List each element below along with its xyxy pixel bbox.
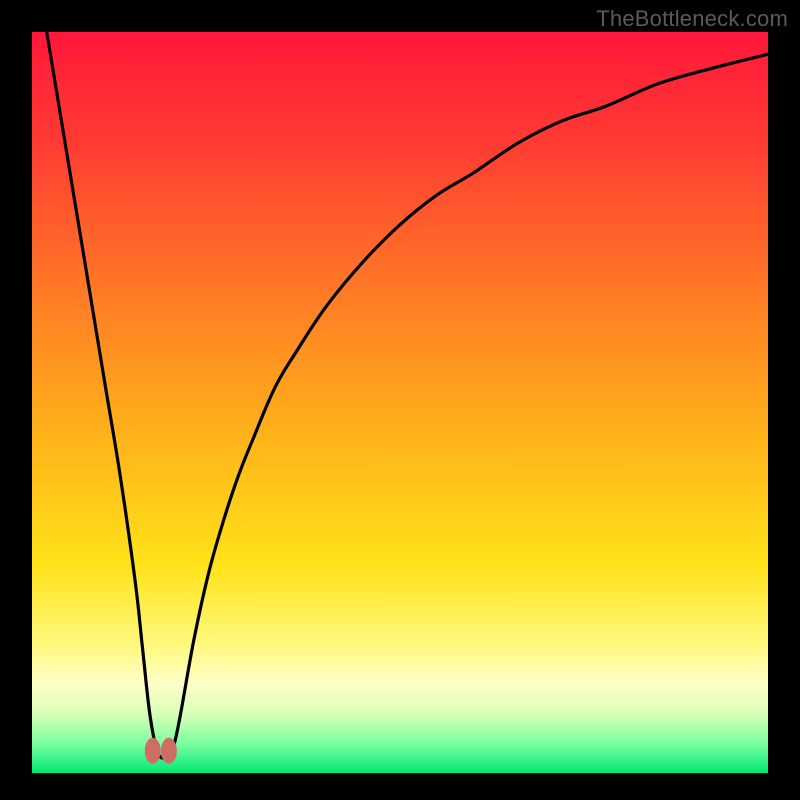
minimum-marker <box>161 738 177 764</box>
minimum-marker <box>145 738 161 764</box>
chart-frame: TheBottleneck.com <box>0 0 800 800</box>
bottleneck-plot <box>0 0 800 800</box>
watermark-text: TheBottleneck.com <box>596 6 788 32</box>
